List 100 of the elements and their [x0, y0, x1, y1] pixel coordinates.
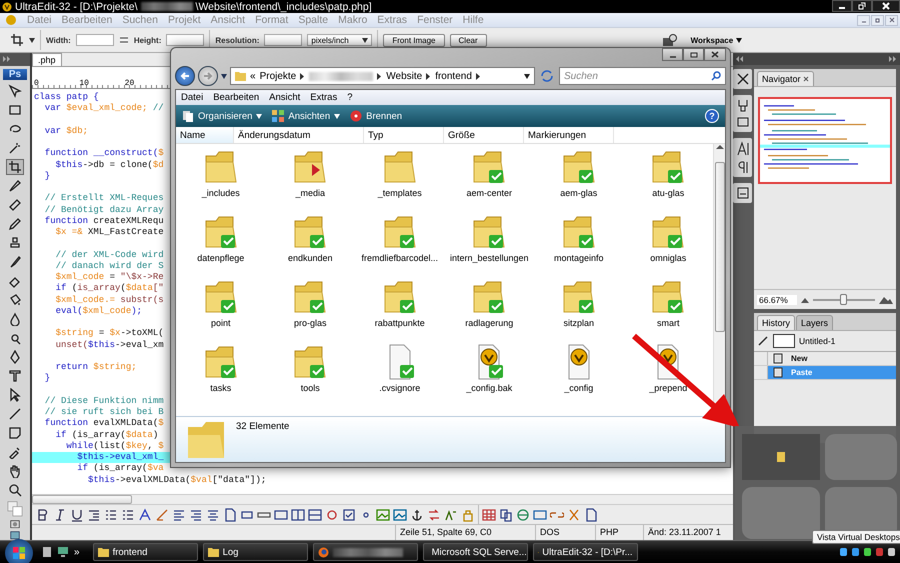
breadcrumb[interactable]: Projekte: [260, 70, 296, 82]
page-icon: [223, 508, 237, 522]
note-icon: [8, 426, 22, 440]
command-button[interactable]: Brennen: [350, 110, 402, 122]
anchor-icon: [410, 508, 424, 522]
file-item[interactable]: datenpflege: [176, 211, 266, 276]
back-button[interactable]: [175, 66, 195, 86]
file-item[interactable]: _config: [534, 341, 624, 406]
search-field[interactable]: Suchen: [559, 67, 726, 85]
file-item[interactable]: atu-glas: [624, 146, 713, 211]
file-item[interactable]: rabattpunkte: [355, 276, 444, 341]
taskbar-button[interactable]: Microsoft SQL Serve...: [422, 543, 528, 561]
expand-icon: [3, 56, 11, 62]
file-item[interactable]: _prepend: [624, 341, 713, 406]
blurred-text: [332, 548, 403, 556]
file-item[interactable]: point: [176, 276, 266, 341]
height-field[interactable]: [166, 34, 204, 46]
file-item[interactable]: pro-glas: [266, 276, 355, 341]
code-line: unset($this->eval_xm: [54, 340, 164, 351]
width-field[interactable]: [76, 34, 114, 46]
menu-item[interactable]: Ansicht: [269, 92, 300, 103]
option-button[interactable]: Front Image: [383, 34, 445, 46]
indent-icon: [87, 508, 101, 522]
snapshot-thumbnail: [773, 334, 795, 348]
desktop-thumbnail[interactable]: [825, 434, 897, 480]
file-item[interactable]: _templates: [355, 146, 444, 211]
minimize-button[interactable]: [832, 0, 852, 12]
close-button[interactable]: [872, 0, 900, 12]
menu-item[interactable]: Extras: [310, 92, 338, 103]
command-button[interactable]: Ansichten: [272, 110, 340, 122]
file-item[interactable]: tasks: [176, 341, 266, 406]
file-item[interactable]: _media: [266, 146, 355, 211]
restore-button[interactable]: [852, 0, 872, 12]
mask-icon: [8, 520, 22, 528]
file-item[interactable]: _config.bak: [444, 341, 534, 406]
taskbar-button[interactable]: Log: [202, 543, 308, 561]
tooltip: Vista Virtual Desktops: [812, 530, 900, 544]
file-item[interactable]: omniglas: [624, 211, 713, 276]
address-bar[interactable]: « Projekte Website frontend: [230, 67, 535, 85]
desktop-thumbnail[interactable]: [742, 434, 820, 480]
file-item[interactable]: smart: [624, 276, 713, 341]
command-button[interactable]: Organisieren: [182, 110, 262, 122]
zoom-field[interactable]: 66.67%: [757, 294, 797, 304]
breadcrumb[interactable]: Website: [386, 70, 422, 82]
taskbar-button[interactable]: frontend: [92, 543, 198, 561]
close-icon: [888, 17, 894, 23]
code-line: var $db;: [44, 126, 88, 137]
bucket-icon: [8, 293, 22, 308]
resolution-field[interactable]: [264, 34, 302, 46]
file-item[interactable]: sitzplan: [534, 276, 624, 341]
marquee-icon: [8, 103, 22, 118]
file-item[interactable]: tools: [266, 341, 355, 406]
scrollbar-thumb[interactable]: [32, 495, 132, 504]
workspace-menu[interactable]: Workspace: [686, 34, 746, 46]
slider-thumb[interactable]: [840, 294, 847, 305]
close-button[interactable]: [704, 48, 726, 61]
unit-select[interactable]: pixels/inch: [307, 34, 372, 46]
breadcrumb[interactable]: frontend: [435, 70, 472, 82]
forward-button[interactable]: [198, 66, 218, 86]
start-button[interactable]: [5, 539, 33, 563]
panel-tab[interactable]: Navigator: [757, 71, 814, 86]
menu-item[interactable]: Datei: [181, 92, 204, 103]
menu-item[interactable]: Bearbeiten: [213, 92, 260, 103]
file-item[interactable]: radlagerung: [444, 276, 534, 341]
pen-icon: [8, 350, 22, 364]
code-line: var $eval_xml_code; //: [44, 103, 164, 114]
folder-icon: [777, 452, 785, 462]
tool-button[interactable]: [6, 83, 24, 100]
item-count: 32 Elemente: [236, 421, 290, 432]
line-icon: [8, 407, 22, 422]
scissors-icon: [736, 72, 750, 86]
taskbar-button[interactable]: UltraEdit-32 - [D:\Pr...: [532, 543, 638, 561]
option-button[interactable]: Clear: [450, 34, 487, 46]
window-title: UltraEdit-32 - [D:\Projekte\: [15, 0, 138, 12]
width-label: Width:: [46, 36, 71, 44]
file-item[interactable]: aem-glas: [534, 146, 624, 211]
file-tab[interactable]: .php: [32, 53, 62, 66]
minimize-button[interactable]: [662, 48, 683, 61]
more-button[interactable]: »: [74, 546, 80, 558]
scrollbar-thumb[interactable]: [714, 162, 724, 332]
address-overflow[interactable]: «: [250, 70, 256, 82]
maximize-button[interactable]: [683, 48, 704, 61]
taskbar-button[interactable]: [312, 543, 418, 561]
column-header[interactable]: Name: [176, 127, 234, 143]
tool-button[interactable]: [6, 159, 24, 176]
file-item[interactable]: fremdliefbarcodel...: [355, 211, 444, 276]
code-line: function createXMLRequ: [44, 216, 164, 227]
file-item[interactable]: _includes: [176, 146, 266, 211]
panel-tab[interactable]: History: [757, 315, 796, 330]
code-line: // Diese Funktion nimm: [44, 396, 164, 407]
file-item[interactable]: .cvsignore: [355, 341, 444, 406]
file-item[interactable]: aem-center: [444, 146, 534, 211]
menu-item[interactable]: ?: [347, 92, 353, 103]
file-item[interactable]: endkunden: [266, 211, 355, 276]
file-item[interactable]: intern_bestellungen: [444, 211, 534, 276]
panel-tab[interactable]: Layers: [796, 315, 834, 330]
help-button[interactable]: ?: [705, 109, 719, 123]
align-icon: [206, 508, 220, 522]
file-item[interactable]: montageinfo: [534, 211, 624, 276]
move-icon: [8, 84, 22, 98]
